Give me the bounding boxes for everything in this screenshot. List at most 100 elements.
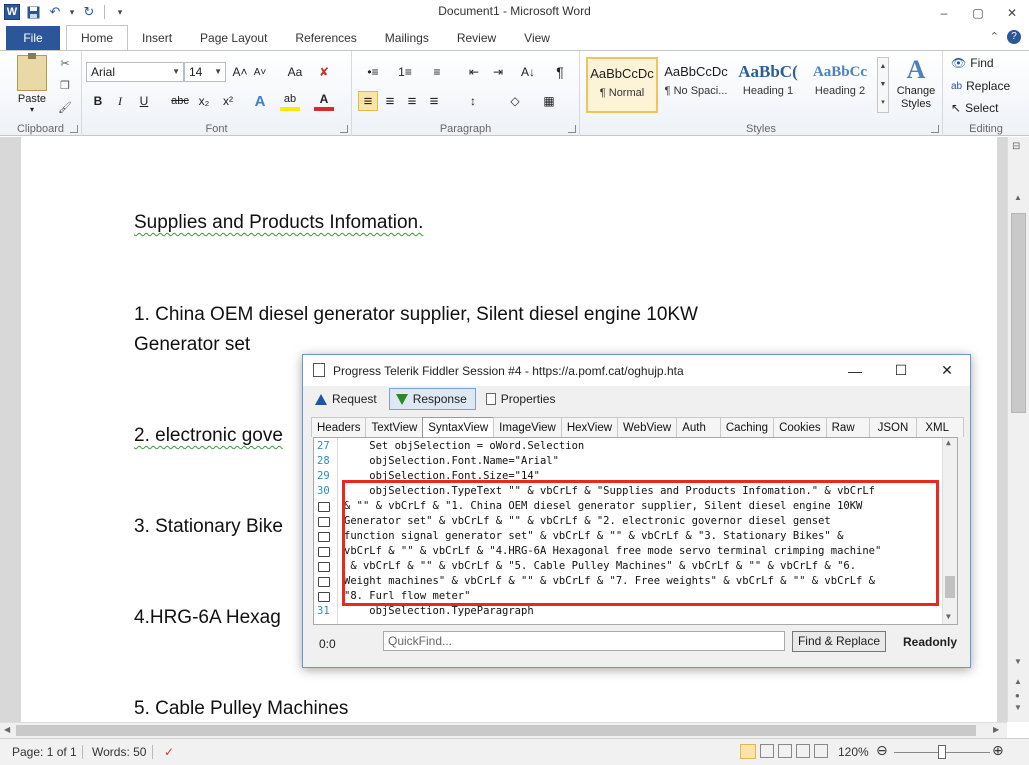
font-family-combo[interactable]: Arial ▼	[86, 62, 184, 82]
scrollbar-thumb[interactable]	[1011, 213, 1026, 413]
print-layout-icon[interactable]	[740, 744, 756, 759]
tab-file[interactable]: File	[6, 26, 60, 50]
ruler-toggle-icon[interactable]: ⊟	[1012, 141, 1020, 152]
superscript-button[interactable]: x²	[218, 91, 238, 111]
properties-button[interactable]: Properties	[480, 388, 564, 410]
scroll-right-icon[interactable]: ▶	[993, 725, 999, 734]
tab-webview[interactable]: WebView	[617, 417, 678, 437]
horizontal-scrollbar[interactable]: ◀ ▶	[0, 722, 1007, 738]
maximize-button[interactable]: ▢	[961, 0, 995, 26]
document-heading[interactable]: Supplies and Products Infomation.	[134, 212, 423, 234]
zoom-level[interactable]: 120%	[838, 745, 869, 759]
bold-button[interactable]: B	[88, 91, 108, 111]
style-heading-2[interactable]: AaBbCc Heading 2	[804, 57, 876, 113]
minimize-button[interactable]: –	[927, 0, 961, 26]
align-right-button[interactable]: ≡	[402, 91, 422, 111]
underline-button[interactable]: U	[134, 91, 154, 111]
minimize-ribbon-icon[interactable]: ⌃	[990, 30, 999, 44]
page-count[interactable]: Page: 1 of 1	[12, 745, 77, 759]
scrollbar-thumb[interactable]	[16, 725, 976, 736]
justify-button[interactable]: ≡	[424, 91, 444, 111]
tab-mailings[interactable]: Mailings	[371, 26, 443, 50]
sort-button[interactable]: A↓	[518, 62, 538, 82]
document-line[interactable]: 1. China OEM diesel generator supplier, …	[134, 304, 698, 326]
web-layout-icon[interactable]	[778, 744, 792, 758]
next-page-icon[interactable]: ▼	[1014, 703, 1022, 712]
clipboard-launcher-icon[interactable]	[70, 125, 78, 133]
scroll-left-icon[interactable]: ◀	[4, 725, 10, 734]
tab-cookies[interactable]: Cookies	[773, 417, 827, 437]
tab-hexview[interactable]: HexView	[560, 417, 619, 437]
full-screen-reading-icon[interactable]	[760, 744, 774, 758]
prev-page-icon[interactable]: ▲	[1014, 677, 1022, 686]
replace-button[interactable]: ab Replace	[951, 79, 1010, 93]
paste-button[interactable]: Paste ▾	[10, 53, 54, 114]
tab-headers[interactable]: Headers	[311, 417, 367, 437]
document-line[interactable]: 5. Cable Pulley Machines	[134, 698, 348, 720]
tab-xml[interactable]: XML	[916, 417, 964, 437]
zoom-slider-handle[interactable]	[938, 745, 946, 759]
fiddler-minimize-button[interactable]: —	[832, 355, 878, 386]
select-button[interactable]: ↖ Select	[951, 101, 998, 115]
fiddler-close-button[interactable]: ✕	[924, 355, 970, 386]
change-case-button[interactable]: Aa	[282, 62, 308, 82]
increase-indent-button[interactable]: ⇥	[488, 62, 508, 82]
highlight-button[interactable]: ab	[280, 91, 300, 111]
find-replace-button[interactable]: Find & Replace	[792, 631, 886, 652]
tab-textview[interactable]: TextView	[365, 417, 424, 437]
shading-button[interactable]: ◇	[502, 91, 528, 111]
multilevel-list-button[interactable]: ≡	[424, 62, 450, 82]
tab-raw[interactable]: Raw	[825, 417, 870, 437]
word-count[interactable]: Words: 50	[92, 745, 146, 759]
request-button[interactable]: Request	[309, 388, 385, 410]
scrollbar-thumb[interactable]	[945, 576, 955, 598]
tab-imageview[interactable]: ImageView	[493, 417, 562, 437]
center-button[interactable]: ≡	[380, 91, 400, 111]
line-spacing-button[interactable]: ↕	[460, 91, 486, 111]
format-painter-icon[interactable]: 🖌	[58, 101, 72, 115]
syntax-view-editor[interactable]: 27 28 29 30 31 Set objSelection = oWord.…	[313, 437, 958, 625]
decrease-indent-button[interactable]: ⇤	[464, 62, 484, 82]
subscript-button[interactable]: x₂	[194, 91, 214, 111]
scroll-up-icon[interactable]: ▲	[946, 438, 951, 447]
style-heading-1[interactable]: AaBbC( Heading 1	[732, 57, 804, 113]
tab-caching[interactable]: Caching	[719, 417, 775, 437]
tab-references[interactable]: References	[281, 26, 370, 50]
styles-launcher-icon[interactable]	[931, 125, 939, 133]
change-styles-button[interactable]: A Change Styles	[892, 55, 940, 111]
style-no-spacing[interactable]: AaBbCcDc ¶ No Spaci...	[660, 57, 732, 113]
zoom-in-icon[interactable]: ⊕	[992, 742, 1004, 759]
tab-auth[interactable]: Auth	[676, 417, 721, 437]
quickfind-input[interactable]: QuickFind...	[383, 631, 785, 651]
tab-insert[interactable]: Insert	[128, 26, 186, 50]
document-line[interactable]: 4.HRG-6A Hexag	[134, 607, 281, 629]
draft-icon[interactable]	[814, 744, 828, 758]
tab-view[interactable]: View	[510, 26, 564, 50]
document-line[interactable]: 3. Stationary Bike	[134, 516, 283, 538]
shrink-font-button[interactable]: A˅	[250, 62, 270, 82]
cut-icon[interactable]: ✂	[58, 57, 72, 71]
styles-scroll[interactable]: ▲ ▼ ▾	[877, 57, 889, 113]
font-launcher-icon[interactable]	[340, 125, 348, 133]
response-button[interactable]: Response	[388, 388, 476, 410]
show-formatting-button[interactable]: ¶	[550, 62, 570, 82]
strikethrough-button[interactable]: abc	[168, 91, 192, 111]
numbering-button[interactable]: 1≡	[392, 62, 418, 82]
italic-button[interactable]: I	[110, 91, 130, 111]
scroll-down-icon[interactable]: ▼	[946, 612, 951, 621]
tab-page-layout[interactable]: Page Layout	[186, 26, 281, 50]
proofing-icon[interactable]: ✓	[164, 745, 174, 759]
borders-button[interactable]: ▦	[536, 91, 562, 111]
tab-json[interactable]: JSON	[868, 417, 918, 437]
bullets-button[interactable]: •≡	[360, 62, 386, 82]
text-effects-button[interactable]: A	[250, 91, 270, 111]
help-icon[interactable]: ?	[1007, 30, 1021, 44]
copy-icon[interactable]: ❐	[58, 79, 72, 93]
zoom-out-icon[interactable]: ⊖	[876, 742, 888, 759]
document-line[interactable]: 2. electronic gove	[134, 425, 283, 447]
close-button[interactable]: ✕	[995, 0, 1029, 26]
tab-review[interactable]: Review	[443, 26, 510, 50]
font-color-button[interactable]: A	[314, 91, 334, 111]
fiddler-maximize-button[interactable]: ☐	[878, 355, 924, 386]
tab-syntaxview[interactable]: SyntaxView	[422, 417, 495, 438]
